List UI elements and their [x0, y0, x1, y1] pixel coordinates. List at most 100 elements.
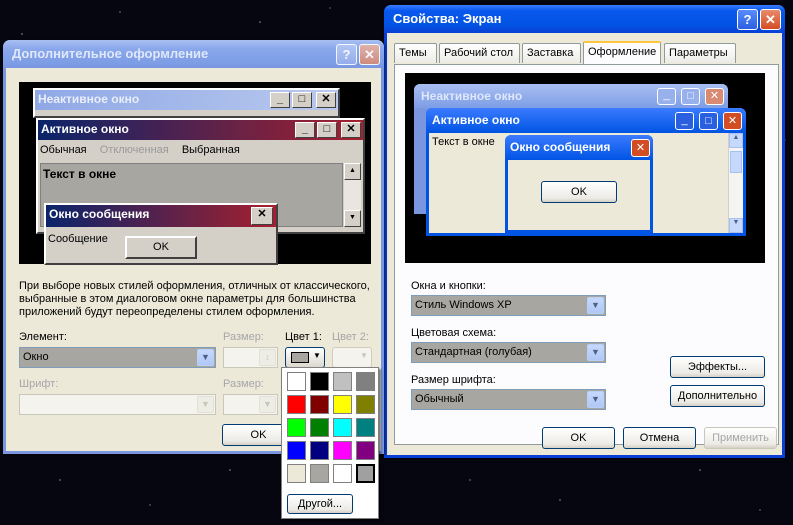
- button-label: Применить: [712, 432, 769, 444]
- chevron-down-icon: ▼: [587, 391, 604, 408]
- ok-button[interactable]: OK: [542, 427, 615, 449]
- display-properties-window: Свойства: Экран ? ✕ Темы Рабочий стол За…: [384, 5, 785, 458]
- font-size-label: Размер:: [223, 378, 264, 390]
- button-label: OK: [250, 429, 267, 441]
- color-swatch[interactable]: [356, 441, 375, 460]
- button-label: Эффекты...: [687, 361, 748, 373]
- close-icon: ✕: [723, 112, 742, 130]
- tab-strip: Темы Рабочий стол Заставка Оформление Па…: [394, 41, 779, 65]
- button-label: OK: [570, 432, 587, 444]
- color-swatch[interactable]: [287, 372, 306, 391]
- color2-button[interactable]: ▼: [332, 347, 372, 368]
- color-swatch[interactable]: [333, 464, 352, 483]
- help-icon[interactable]: ?: [737, 9, 758, 30]
- color-palette-popup: Другой...: [281, 367, 379, 519]
- color-swatch[interactable]: [333, 395, 352, 414]
- preview-scrollbar: ▲ ▼: [728, 133, 743, 233]
- classic-message-box: Окно сообщения ✕ Сообщение OK: [44, 203, 278, 265]
- close-icon[interactable]: ✕: [760, 9, 781, 30]
- color-swatch[interactable]: [333, 418, 352, 437]
- chevron-down-icon: ▼: [259, 396, 276, 413]
- button-label: Другой...: [297, 498, 343, 510]
- classic-scrollbar: ▲ ▼: [344, 163, 361, 227]
- color-swatch[interactable]: [287, 464, 306, 483]
- classic-active-title: Активное окно: [41, 122, 129, 136]
- preview-inactive-title: Неактивное окно: [421, 89, 523, 103]
- color2-label: Цвет 2:: [332, 331, 369, 343]
- color-swatch[interactable]: [287, 395, 306, 414]
- preview-ok-button: OK: [541, 181, 617, 203]
- font-select[interactable]: ▼: [19, 394, 216, 415]
- color-swatch[interactable]: [356, 372, 375, 391]
- tab-label: Рабочий стол: [444, 47, 514, 59]
- font-size-select[interactable]: Обычный ▼: [411, 389, 606, 410]
- maximize-icon: □: [681, 88, 700, 105]
- color-swatch[interactable]: [356, 395, 375, 414]
- description-text: При выборе новых стилей оформления, отли…: [19, 280, 370, 318]
- font-size-select[interactable]: ▼: [223, 394, 278, 415]
- maximize-icon: □: [699, 112, 718, 130]
- color-swatch[interactable]: [310, 441, 329, 460]
- classic-window-text: Текст в окне: [43, 167, 117, 181]
- cancel-button[interactable]: Отмена: [623, 427, 696, 449]
- color-swatch[interactable]: [333, 441, 352, 460]
- element-label: Элемент:: [19, 331, 67, 343]
- advanced-button[interactable]: Дополнительно: [670, 385, 765, 407]
- display-properties-titlebar[interactable]: Свойства: Экран ? ✕: [384, 5, 785, 33]
- preview-active-title: Активное окно: [432, 113, 520, 127]
- windows-buttons-label: Окна и кнопки:: [411, 280, 486, 292]
- close-icon: ✕: [251, 207, 273, 225]
- element-select[interactable]: Окно ▼: [19, 347, 216, 368]
- close-icon: ✕: [631, 139, 650, 157]
- close-icon: ✕: [316, 92, 336, 108]
- select-value: Окно: [23, 351, 49, 363]
- help-icon[interactable]: ?: [336, 44, 357, 65]
- classic-msgbox-text: Сообщение: [48, 233, 108, 245]
- preview-window-text: Текст в окне: [432, 136, 495, 148]
- classic-inactive-window: Неактивное окно _ □ ✕: [33, 88, 340, 118]
- size-spinner[interactable]: ↕: [223, 347, 278, 368]
- color-swatch[interactable]: [310, 464, 329, 483]
- color-swatch[interactable]: [333, 372, 352, 391]
- maximize-icon: □: [317, 122, 337, 138]
- menu-disabled: Отключенная: [99, 144, 169, 156]
- tab-screensaver[interactable]: Заставка: [522, 43, 581, 63]
- font-label: Шрифт:: [19, 378, 59, 390]
- display-properties-title: Свойства: Экран: [393, 11, 502, 26]
- tab-desktop[interactable]: Рабочий стол: [439, 43, 520, 63]
- tab-label: Параметры: [669, 47, 728, 59]
- effects-button[interactable]: Эффекты...: [670, 356, 765, 378]
- windows-buttons-select[interactable]: Стиль Windows XP ▼: [411, 295, 606, 316]
- color-swatch[interactable]: [356, 464, 375, 483]
- chevron-down-icon: ▼: [360, 351, 368, 360]
- minimize-icon: _: [295, 122, 315, 138]
- color-swatch[interactable]: [287, 441, 306, 460]
- color-scheme-select[interactable]: Стандартная (голубая) ▼: [411, 342, 606, 363]
- color-scheme-label: Цветовая схема:: [411, 327, 497, 339]
- color-swatch[interactable]: [310, 418, 329, 437]
- select-value: Стандартная (голубая): [415, 346, 532, 358]
- other-color-button[interactable]: Другой...: [287, 494, 353, 514]
- classic-preview: Неактивное окно _ □ ✕ Активное окно _ □ …: [19, 82, 371, 265]
- tab-appearance[interactable]: Оформление: [583, 41, 661, 64]
- color-swatch[interactable]: [310, 372, 329, 391]
- tab-themes[interactable]: Темы: [394, 43, 437, 63]
- minimize-icon: _: [675, 112, 694, 130]
- close-icon: ✕: [705, 88, 724, 105]
- color1-button[interactable]: ▼: [285, 347, 325, 368]
- chevron-down-icon: ▼: [197, 349, 214, 366]
- appearance-preview: Неактивное окно _ □ ✕ Активное окно _ □ …: [405, 73, 765, 263]
- advanced-appearance-titlebar[interactable]: Дополнительное оформление ? ✕: [3, 40, 384, 68]
- color-swatch[interactable]: [310, 395, 329, 414]
- spinner-icon: ↕: [259, 349, 276, 366]
- tab-label: Заставка: [527, 47, 574, 59]
- color-swatch[interactable]: [287, 418, 306, 437]
- tab-settings[interactable]: Параметры: [664, 43, 736, 63]
- close-icon[interactable]: ✕: [359, 44, 380, 65]
- apply-button[interactable]: Применить: [704, 427, 777, 449]
- chevron-down-icon: ▼: [313, 351, 321, 360]
- select-value: Стиль Windows XP: [415, 299, 512, 311]
- advanced-appearance-title: Дополнительное оформление: [12, 46, 209, 61]
- button-label: OK: [571, 186, 587, 198]
- color-swatch[interactable]: [356, 418, 375, 437]
